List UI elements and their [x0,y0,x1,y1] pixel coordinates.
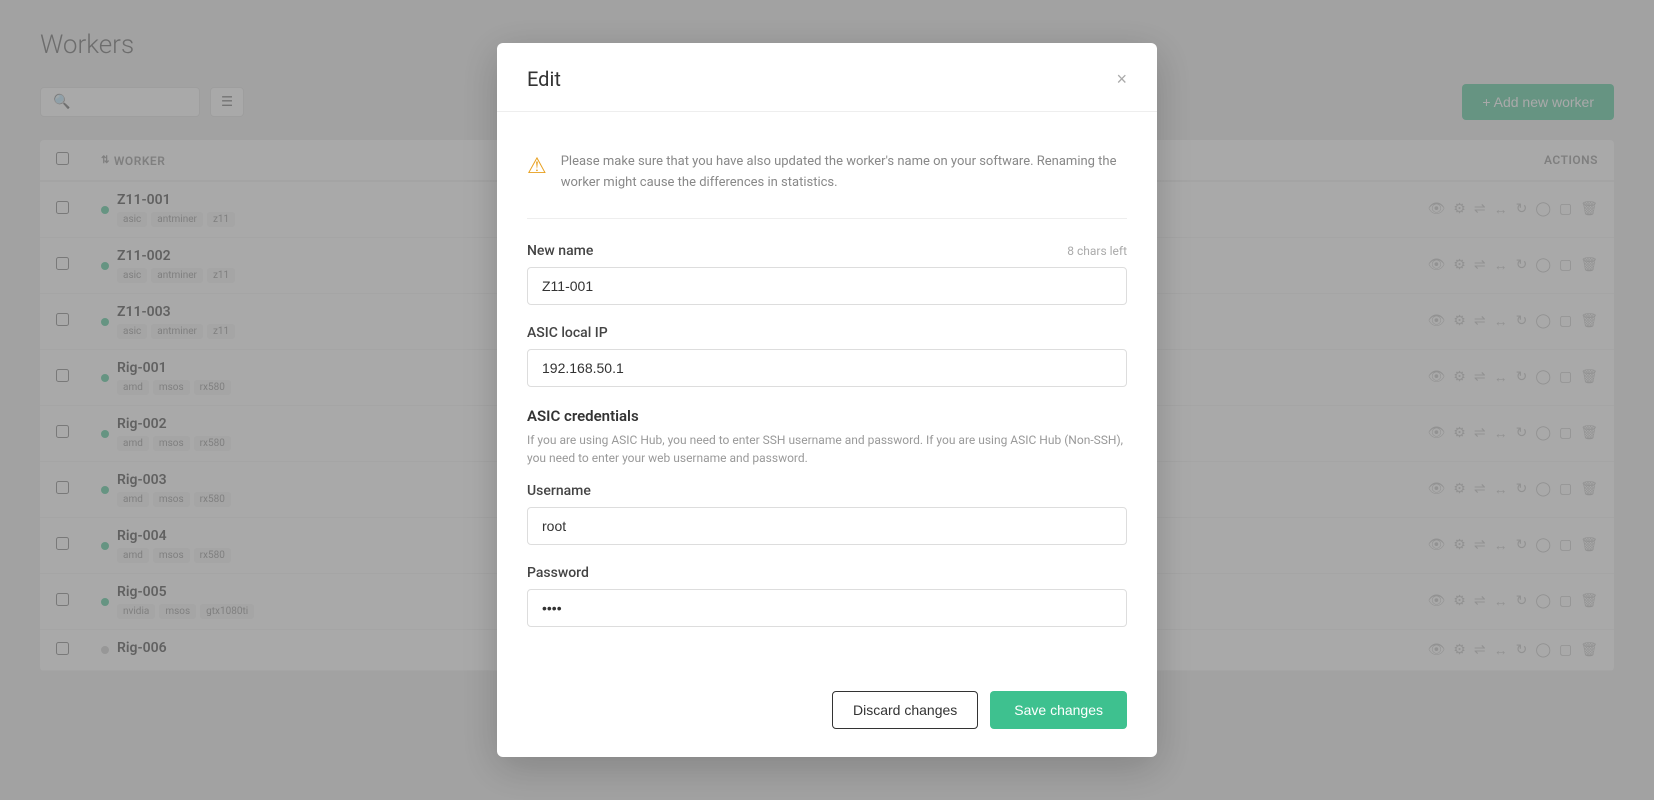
modal-header: Edit × [497,43,1157,112]
modal-overlay[interactable]: Edit × ⚠ Please make sure that you have … [0,0,1654,800]
modal-body: ⚠ Please make sure that you have also up… [497,112,1157,671]
new-name-group: New name 8 chars left [527,243,1127,305]
new-name-label-row: New name 8 chars left [527,243,1127,259]
username-input[interactable] [527,507,1127,545]
asic-ip-label: ASIC local IP [527,325,608,341]
edit-modal: Edit × ⚠ Please make sure that you have … [497,43,1157,757]
warning-box: ⚠ Please make sure that you have also up… [527,136,1127,219]
asic-ip-input[interactable] [527,349,1127,387]
modal-footer: Discard changes Save changes [497,671,1157,757]
save-button[interactable]: Save changes [990,691,1127,729]
warning-icon: ⚠ [527,154,547,179]
asic-credentials-title: ASIC credentials [527,407,1127,425]
new-name-label: New name [527,243,593,259]
password-label: Password [527,565,589,581]
password-group: Password [527,565,1127,627]
chars-left: 8 chars left [1067,244,1127,258]
asic-ip-group: ASIC local IP [527,325,1127,387]
username-label-row: Username [527,483,1127,499]
asic-credentials-group: ASIC credentials If you are using ASIC H… [527,407,1127,627]
warning-text: Please make sure that you have also upda… [561,152,1127,194]
password-label-row: Password [527,565,1127,581]
discard-button[interactable]: Discard changes [832,691,978,729]
modal-close-button[interactable]: × [1116,70,1127,88]
asic-ip-label-row: ASIC local IP [527,325,1127,341]
asic-credentials-desc: If you are using ASIC Hub, you need to e… [527,431,1127,467]
username-group: Username [527,483,1127,545]
modal-title: Edit [527,67,561,91]
username-label: Username [527,483,591,499]
new-name-input[interactable] [527,267,1127,305]
password-input[interactable] [527,589,1127,627]
